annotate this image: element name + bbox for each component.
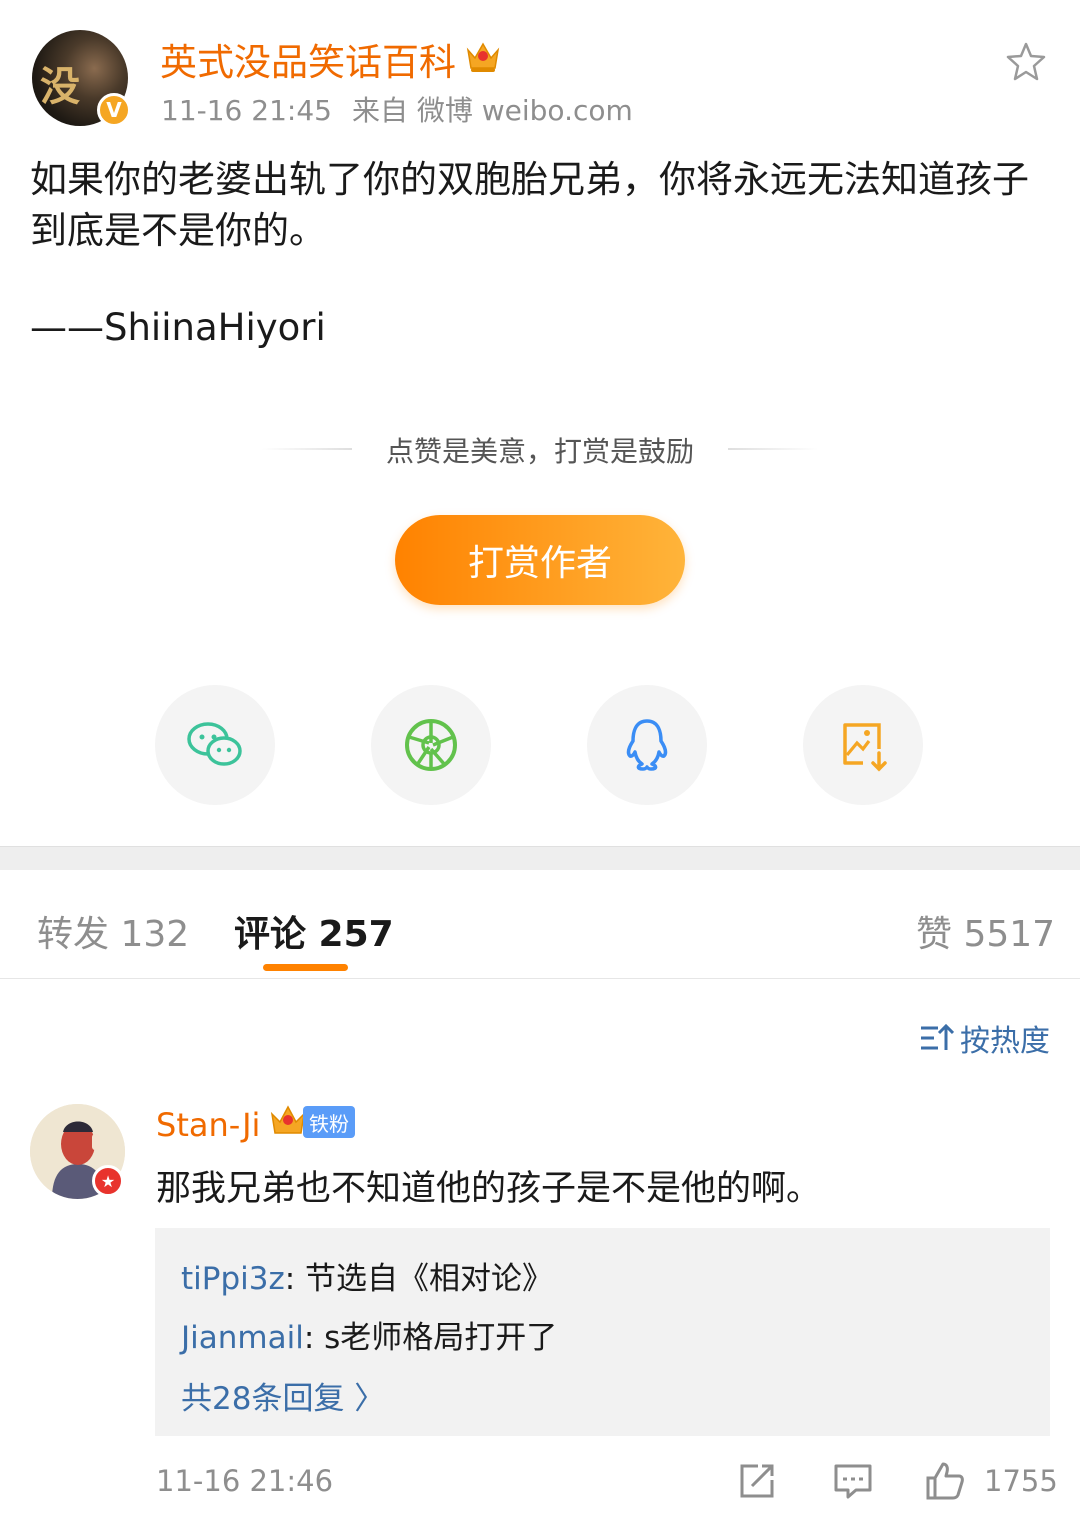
moments-icon [405, 719, 457, 771]
crown-icon [466, 42, 500, 72]
reply-item[interactable]: Jianmail: s老师格局打开了 [181, 1312, 557, 1357]
post-signature: ——ShiinaHiyori [30, 306, 326, 349]
like-icon[interactable] [924, 1460, 966, 1502]
post-source: 来自 微博 weibo.com [351, 94, 633, 127]
tab-like[interactable]: 赞 5517 [916, 905, 1055, 957]
comment-text: 那我兄弟也不知道他的孩子是不是他的啊。 [156, 1169, 822, 1209]
save-image-button[interactable] [803, 685, 923, 805]
share-wechat-button[interactable] [155, 685, 275, 805]
more-replies-link[interactable]: 共28条回复 〉 [181, 1373, 385, 1418]
fan-badge: 铁粉 [303, 1106, 355, 1138]
divider-line-right [728, 448, 818, 450]
active-tab-indicator [263, 964, 348, 971]
qq-icon [626, 719, 668, 771]
reply-user[interactable]: Jianmail [181, 1320, 304, 1356]
commenter-crown-icon [270, 1105, 306, 1134]
share-moments-button[interactable] [371, 685, 491, 805]
wechat-icon [187, 722, 242, 766]
sort-by-heat-button[interactable]: 按热度 [918, 1016, 1050, 1060]
repost-icon[interactable] [736, 1460, 778, 1502]
save-image-icon [843, 723, 887, 772]
reward-divider: 点赞是美意，打赏是鼓励 [0, 430, 1080, 470]
post-meta: 11-16 21:45 来自 微博 weibo.com [161, 89, 653, 129]
reply-user[interactable]: tiPpi3z [181, 1261, 285, 1297]
tab-comment[interactable]: 评论 257 [234, 905, 394, 957]
like-count: 1755 [984, 1464, 1058, 1498]
section-separator [0, 846, 1080, 870]
tab-repost[interactable]: 转发 132 [37, 905, 189, 957]
share-qq-button[interactable] [587, 685, 707, 805]
reply-text: : 节选自《相对论》 [284, 1261, 554, 1297]
verified-badge-icon: V [97, 93, 131, 127]
post-header: 没 V 英式没品笑话百科 11-16 21:45 来自 微博 weibo.com [0, 0, 1080, 140]
post-text: 如果你的老婆出轨了你的双胞胎兄弟，你将永远无法知道孩子到底是不是你的。 [30, 158, 1029, 252]
commenter-name[interactable]: Stan-Ji [156, 1106, 260, 1144]
reply-box[interactable]: tiPpi3z: 节选自《相对论》 Jianmail: s老师格局打开了 共28… [155, 1228, 1050, 1436]
author-name[interactable]: 英式没品笑话百科 [160, 32, 456, 86]
tabs-border [0, 978, 1080, 979]
reward-author-button[interactable]: 打赏作者 [395, 515, 685, 605]
reply-text: : s老师格局打开了 [303, 1320, 558, 1356]
comment-time: 11-16 21:46 [156, 1464, 334, 1498]
comment-icon[interactable] [832, 1460, 874, 1502]
post-time: 11-16 21:45 [161, 94, 332, 127]
reply-item[interactable]: tiPpi3z: 节选自《相对论》 [181, 1253, 553, 1298]
favorite-star-icon[interactable] [1004, 40, 1048, 84]
sort-label: 按热度 [960, 1024, 1050, 1059]
sort-icon [921, 1023, 954, 1050]
avatar-glyph: 没 [40, 64, 80, 110]
commenter-badge-icon: ★ [92, 1165, 124, 1197]
reward-slogan: 点赞是美意，打赏是鼓励 [385, 435, 694, 468]
